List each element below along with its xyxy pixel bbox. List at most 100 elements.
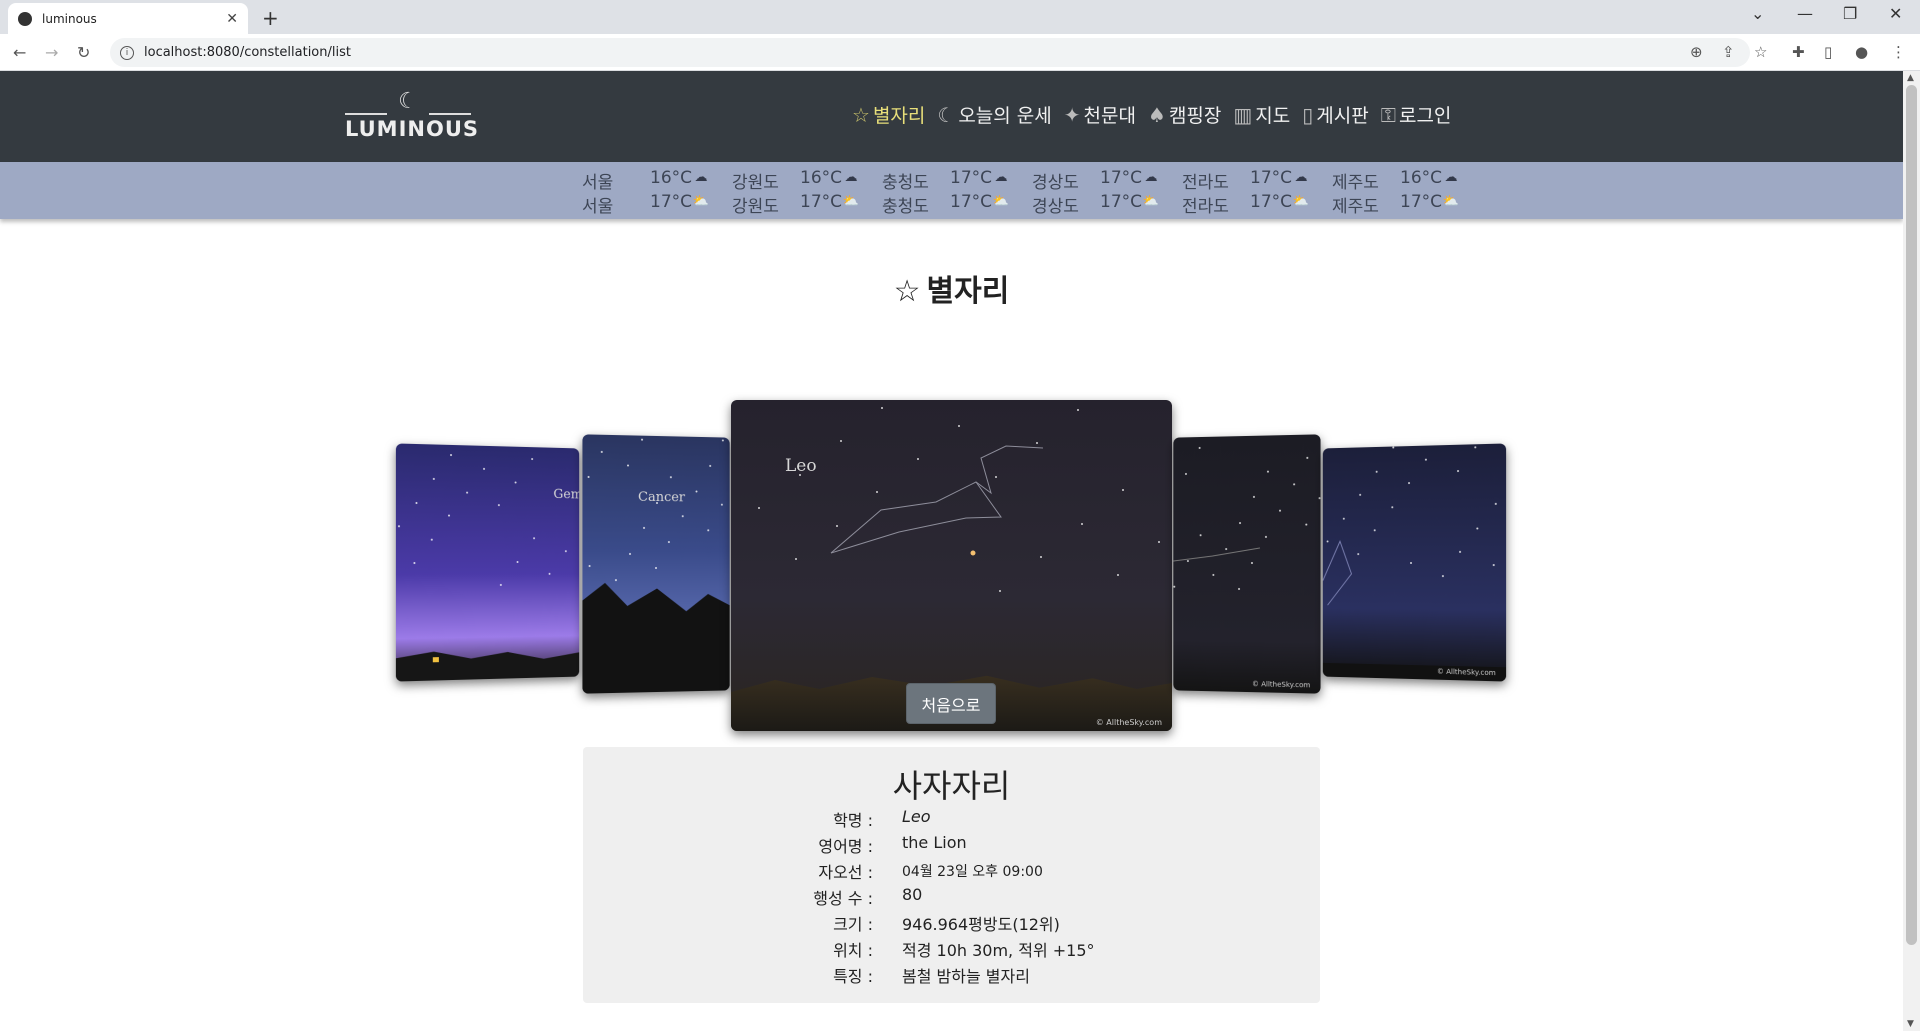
sky-star: [835, 524, 838, 527]
menu-label: 게시판: [1316, 105, 1369, 127]
constellation-info-card: 사자자리 학명 : Leo 영어명 : the Lion 자오선 : 04월 2…: [583, 747, 1320, 1003]
menu-item-campsite[interactable]: ♠ 캠핑장: [1148, 101, 1221, 128]
carousel-slide-cancer[interactable]: Cancer: [582, 434, 730, 694]
sky-star: [482, 467, 485, 470]
carousel-slide-leo[interactable]: Leo © AlltheSky.com: [731, 400, 1172, 731]
url-text[interactable]: localhost:8080/constellation/list: [144, 45, 351, 60]
profile-icon[interactable]: ●: [1855, 43, 1868, 61]
menu-label: 캠핑장: [1168, 105, 1222, 127]
info-value: Leo: [902, 807, 931, 826]
weather-region: 경상도: [1032, 173, 1079, 193]
carousel-slide-libra[interactable]: © AlltheSky.com: [1322, 443, 1507, 682]
info-row-star-count: 행성 수 : 80: [583, 885, 1320, 909]
browser-tab[interactable]: luminous ✕: [8, 3, 248, 34]
weather-temp: 17°C: [950, 192, 993, 212]
weather-region: 서울: [582, 197, 614, 217]
sky-star: [994, 475, 997, 478]
main-menu: ☆ 별자리 ☾ 오늘의 운세 ✦ 천문대 ♠ 캠핑장 ▥ 지도 ▯ 게시판 ⚿ …: [852, 101, 1451, 128]
weather-temp: 17°C: [950, 168, 993, 188]
go-to-first-button[interactable]: 처음으로: [906, 683, 996, 724]
zoom-icon[interactable]: ⊕: [1690, 43, 1703, 61]
scrollbar-thumb[interactable]: [1906, 85, 1917, 945]
info-key: 위치 :: [833, 941, 873, 960]
slide-label: Cancer: [638, 489, 685, 506]
weather-item: 강원도 17°C ⛅: [732, 192, 882, 217]
sky-star: [999, 589, 1002, 592]
menu-item-fortune[interactable]: ☾ 오늘의 운세: [937, 101, 1051, 128]
carousel-slide-virgo[interactable]: © AlltheSky.com: [1173, 434, 1321, 694]
sun-cloud-icon: ⛅: [1442, 194, 1460, 209]
back-icon[interactable]: ←: [13, 43, 26, 62]
menu-item-constellation[interactable]: ☆ 별자리: [852, 101, 925, 128]
menu-label: 오늘의 운세: [958, 105, 1052, 127]
sun-cloud-icon: ⛅: [1292, 194, 1310, 209]
share-icon[interactable]: ⇪: [1722, 43, 1735, 61]
sky-star: [656, 501, 659, 504]
menu-item-board[interactable]: ▯ 게시판: [1302, 101, 1368, 128]
rain-cloud-icon: ☁: [1444, 170, 1458, 185]
info-value: 80: [902, 885, 923, 904]
vertical-scrollbar[interactable]: ▲ ▼: [1903, 71, 1920, 1031]
carousel-slide-gemini[interactable]: Gem: [395, 443, 580, 682]
extensions-icon[interactable]: ✚: [1792, 43, 1805, 61]
url-bar[interactable]: i localhost:8080/constellation/list: [110, 38, 1750, 67]
bookmark-star-icon[interactable]: ☆: [1754, 43, 1767, 61]
info-key: 자오선 :: [818, 863, 873, 882]
sky-star: [1407, 482, 1410, 485]
sky-star: [669, 475, 672, 478]
weather-item: 강원도 16°C ☁: [732, 168, 882, 193]
sky-star: [695, 490, 698, 493]
weather-region: 충청도: [882, 173, 929, 193]
sky-star: [395, 443, 398, 446]
restore-button[interactable]: ❐: [1843, 4, 1857, 23]
site-logo[interactable]: ☾ LUMINOUS: [345, 91, 478, 141]
slide-window-light: [432, 657, 439, 663]
sky-star: [1390, 505, 1393, 508]
sky-star: [514, 481, 517, 484]
sky-star: [1492, 563, 1495, 566]
sky-star: [1409, 562, 1412, 565]
info-row-size: 크기 : 946.964평방도(12위): [583, 911, 1320, 935]
page-title: ☆ 별자리: [0, 266, 1903, 310]
sky-star: [1076, 408, 1079, 411]
tab-close-icon[interactable]: ✕: [226, 11, 238, 27]
slide-credit: © AlltheSky.com: [1252, 680, 1311, 690]
map-icon: ▥: [1233, 102, 1253, 127]
rain-cloud-icon: ☁: [1144, 170, 1158, 185]
rain-cloud-icon: ☁: [1294, 170, 1308, 185]
menu-item-login[interactable]: ⚿ 로그인: [1381, 101, 1452, 128]
weather-region: 전라도: [1182, 173, 1229, 193]
sky-star: [516, 560, 519, 563]
weather-item: 제주도 16°C ☁: [1332, 168, 1482, 193]
menu-item-map[interactable]: ▥ 지도: [1233, 101, 1290, 128]
menu-dots-icon[interactable]: ⋮: [1891, 43, 1906, 61]
menu-item-observatory[interactable]: ✦ 천문대: [1064, 101, 1136, 128]
forward-icon[interactable]: →: [45, 43, 58, 62]
sun-cloud-icon: ⛅: [692, 194, 710, 209]
weather-item: 충청도 17°C ⛅: [882, 192, 1032, 217]
weather-item: 경상도 17°C ☁: [1032, 168, 1182, 193]
rain-cloud-icon: ☁: [994, 170, 1008, 185]
new-tab-button[interactable]: +: [262, 6, 279, 30]
scroll-down-icon[interactable]: ▼: [1907, 1019, 1914, 1029]
reload-icon[interactable]: ↻: [77, 43, 90, 62]
weather-item: 서울 17°C ⛅: [582, 192, 732, 217]
sky-star: [1342, 517, 1345, 520]
info-value: 946.964평방도(12위): [902, 915, 1060, 934]
tab-search-icon[interactable]: ⌄: [1751, 4, 1764, 23]
sky-star: [1424, 458, 1427, 461]
weather-item: 충청도 17°C ☁: [882, 168, 1032, 193]
close-window-button[interactable]: ✕: [1889, 4, 1902, 23]
tab-title: luminous: [42, 11, 97, 26]
weather-row-tomorrow: 서울 17°C ⛅ 강원도 17°C ⛅ 충청도 17°C ⛅ 경상도 17°C ⛅ 전라도 17°C ⛅ 제…: [582, 192, 1482, 217]
scroll-up-icon[interactable]: ▲: [1907, 73, 1914, 83]
minimize-button[interactable]: —: [1797, 4, 1813, 23]
sky-star: [415, 501, 418, 504]
site-info-icon[interactable]: i: [120, 45, 134, 60]
slide-label: Gem: [553, 487, 580, 503]
weather-temp: 17°C: [1250, 192, 1293, 212]
weather-temp: 16°C: [650, 168, 693, 188]
side-panel-icon[interactable]: ▯: [1824, 43, 1832, 61]
info-row-meridian: 자오선 : 04월 23일 오후 09:00: [583, 859, 1320, 883]
weather-item: 전라도 17°C ⛅: [1182, 192, 1332, 217]
